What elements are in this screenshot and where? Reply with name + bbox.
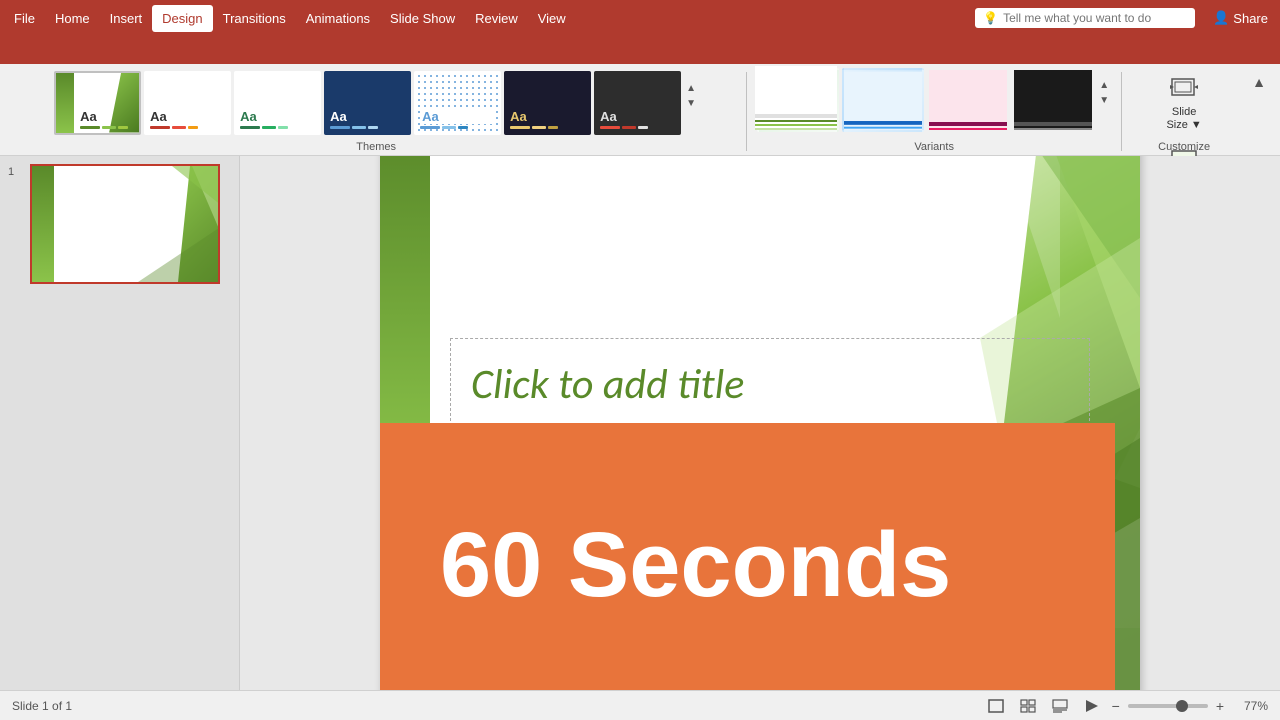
menu-design[interactable]: Design [152,5,212,32]
overlay-text: 60 Seconds [440,513,951,618]
slide-size-icon [1168,72,1200,104]
variants-group: ▲ ▼ Variants [749,68,1119,155]
slide-number: 1 [8,164,24,178]
themes-group: Aa Aa Aa [8,68,744,155]
person-icon: 👤 [1213,10,1229,26]
theme-thumb-4[interactable]: Aa [324,71,411,135]
slideshow-icon [1084,699,1100,713]
canvas-area: Click to add title subtitle 60 Seconds [240,156,1280,690]
menu-insert[interactable]: Insert [100,5,153,32]
themes-scroll[interactable]: ▲ ▼ [684,81,698,125]
zoom-thumb [1176,700,1188,712]
menu-slideshow[interactable]: Slide Show [380,5,465,32]
slide-info: Slide 1 of 1 [12,699,72,713]
ribbon-collapse-button[interactable]: ▲ [1246,72,1272,92]
customize-group: SlideSize ▼ FormatBackground Customize [1124,68,1244,155]
main-area: 1 [0,156,1280,690]
themes-scroll-down[interactable]: ▼ [684,96,698,111]
slideshow-button[interactable] [1080,697,1104,715]
variant-thumb-4[interactable] [1012,68,1094,132]
slide-panel: 1 [0,156,240,690]
variants-scroll-down[interactable]: ▼ [1097,93,1111,108]
divider-2 [1121,72,1122,151]
search-input[interactable] [1003,11,1183,25]
status-right: − + 77% [984,697,1268,715]
notes-button[interactable] [1048,697,1072,715]
share-button[interactable]: 👤 Share [1205,6,1276,30]
orange-overlay: 60 Seconds [380,423,1115,690]
ribbon-content: Aa Aa Aa [0,64,1280,156]
ribbon-tabs [0,36,1280,64]
variant-4-svg [1014,70,1094,132]
normal-view-icon [988,699,1004,713]
variants-scroll-up[interactable]: ▲ [1097,78,1111,93]
customize-label: Customize [1158,141,1210,153]
search-bar[interactable]: 💡 [975,8,1195,28]
variant-3-svg [929,70,1009,132]
menu-file[interactable]: File [4,5,45,32]
title-placeholder: Click to add title [471,359,744,410]
menu-home[interactable]: Home [45,5,100,32]
slide-size-label: SlideSize ▼ [1166,106,1201,132]
theme-thumb-7[interactable]: Aa [594,71,681,135]
slide-thumb-container: 1 [8,164,231,284]
slide-sorter-icon [1020,699,1036,713]
theme-thumb-2[interactable]: Aa [144,71,231,135]
zoom-out-button[interactable]: − [1112,698,1120,714]
slide-size-button[interactable]: SlideSize ▼ [1158,68,1209,136]
variant-thumb-2[interactable] [842,68,924,132]
variants-row: ▲ ▼ [757,68,1111,150]
theme-thumb-3[interactable]: Aa [234,71,321,135]
zoom-in-button[interactable]: + [1216,698,1224,714]
status-bar: Slide 1 of 1 [0,690,1280,720]
variants-scroll[interactable]: ▲ ▼ [1097,78,1111,122]
title-text-box[interactable]: Click to add title [450,338,1090,431]
normal-view-button[interactable] [984,697,1008,715]
slide-thumbnail-1[interactable] [30,164,220,284]
theme-thumb-1[interactable]: Aa [54,71,141,135]
menu-view[interactable]: View [528,5,576,32]
menu-review[interactable]: Review [465,5,528,32]
zoom-level[interactable]: 77% [1232,699,1268,713]
menu-animations[interactable]: Animations [296,5,380,32]
themes-label: Themes [356,141,396,153]
variant-thumb-3[interactable] [927,68,1009,132]
menu-transitions[interactable]: Transitions [213,5,296,32]
slide-canvas[interactable]: Click to add title subtitle 60 Seconds [380,156,1140,690]
notes-icon [1052,699,1068,713]
variant-thumb-1[interactable] [757,68,839,132]
themes-scroll-up[interactable]: ▲ [684,81,698,96]
menu-bar: File Home Insert Design Transitions Anim… [0,0,1280,36]
divider-1 [746,72,747,151]
theme-thumb-6[interactable]: Aa [504,71,591,135]
theme-thumb-5[interactable]: Aa [414,71,501,135]
mini-slide-bg [32,166,218,282]
variant-1-svg [757,68,837,130]
lightbulb-icon: 💡 [983,11,998,25]
slide-sorter-button[interactable] [1016,697,1040,715]
zoom-slider[interactable] [1128,704,1208,708]
variants-label: Variants [914,141,954,153]
mini-slide-svg [32,166,220,284]
variant-2-svg [844,70,922,132]
